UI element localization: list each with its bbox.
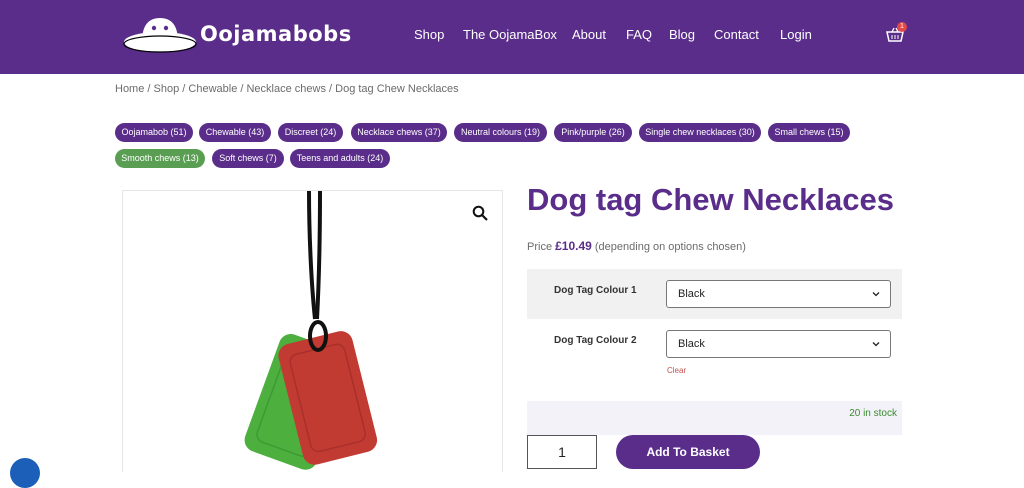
colour-1-select[interactable]: Black [666,280,891,308]
nav-faq[interactable]: FAQ [626,27,652,42]
breadcrumb-current: Dog tag Chew Necklaces [335,83,459,95]
breadcrumb-shop[interactable]: Shop [154,83,180,95]
stock-status: 20 in stock [849,408,897,419]
site-header: Oojamabobs Shop The OojamaBox About FAQ … [0,0,1024,74]
nav-shop[interactable]: Shop [414,27,444,42]
tag-small-chews[interactable]: Small chews (15) [768,123,850,142]
brand-name[interactable]: Oojamabobs [200,22,352,46]
breadcrumb-necklace-chews[interactable]: Necklace chews [246,83,325,95]
product-title: Dog tag Chew Necklaces [527,182,894,217]
tag-soft-chews[interactable]: Soft chews (7) [212,149,284,168]
accessibility-icon[interactable] [10,458,40,488]
tag-pink-purple[interactable]: Pink/purple (26) [554,123,632,142]
product-image[interactable] [122,190,503,472]
colour-2-select[interactable]: Black [666,330,891,358]
breadcrumb-home[interactable]: Home [115,83,144,95]
nav-blog[interactable]: Blog [669,27,695,42]
tag-oojamabob[interactable]: Oojamabob (51) [115,123,193,142]
magnifier-icon[interactable] [472,205,488,221]
tag-necklace-chews[interactable]: Necklace chews (37) [351,123,447,142]
nav-login[interactable]: Login [780,27,812,42]
clear-link[interactable]: Clear [667,366,686,375]
nav-oojamabox[interactable]: The OojamaBox [463,27,557,42]
nav-contact[interactable]: Contact [714,27,759,42]
breadcrumb: Home / Shop / Chewable / Necklace chews … [115,83,459,95]
tag-single-chew-necklaces[interactable]: Single chew necklaces (30) [639,123,761,142]
option-label-2: Dog Tag Colour 2 [554,335,637,346]
tag-smooth-chews[interactable]: Smooth chews (13) [115,149,205,168]
cart-count-badge: 1 [897,22,907,32]
quantity-input[interactable]: 1 [527,435,597,469]
price-line: Price £10.49 (depending on options chose… [527,239,746,253]
tag-neutral-colours[interactable]: Neutral colours (19) [454,123,547,142]
tag-teens-and-adults[interactable]: Teens and adults (24) [290,149,390,168]
tag-chewable[interactable]: Chewable (43) [199,123,271,142]
chevron-down-icon [872,292,880,297]
nav-about[interactable]: About [572,27,606,42]
tag-discreet[interactable]: Discreet (24) [278,123,343,142]
stock-bar: 20 in stock [527,401,902,435]
add-to-basket-button[interactable]: Add To Basket [616,435,760,469]
dog-tag-necklace-image [244,191,378,470]
breadcrumb-chewable[interactable]: Chewable [188,83,237,95]
chevron-down-icon [872,342,880,347]
option-label-1: Dog Tag Colour 1 [554,285,637,296]
product-price: £10.49 [555,239,592,253]
